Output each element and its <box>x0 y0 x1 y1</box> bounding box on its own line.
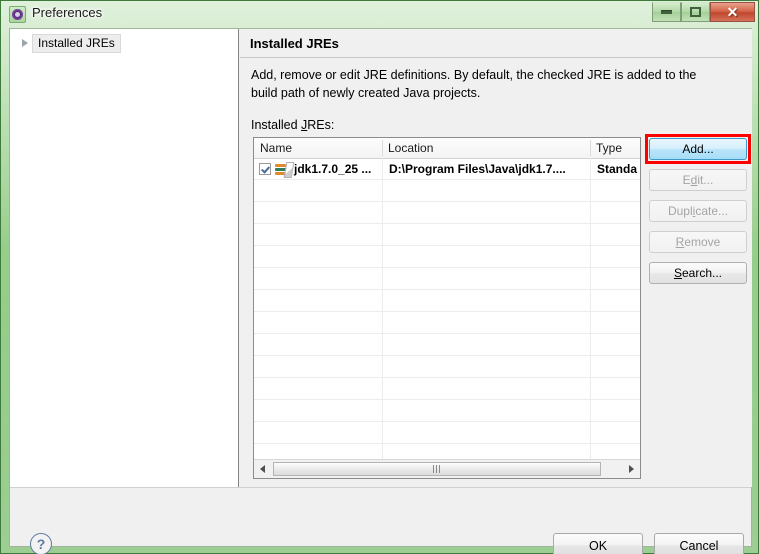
page-description: Add, remove or edit JRE definitions. By … <box>251 68 697 100</box>
cell-name-text: jdk1.7.0_25 ... <box>294 161 372 176</box>
chevron-right-icon[interactable] <box>18 36 32 50</box>
screenshot-root: Preferences ✕ Installed JREs Installed J… <box>0 0 759 554</box>
jre-checkbox[interactable] <box>259 162 271 175</box>
table-row-empty[interactable] <box>254 246 640 268</box>
window-frame: Preferences ✕ Installed JREs Installed J… <box>0 0 759 554</box>
scroll-left-button[interactable] <box>254 460 271 478</box>
maximize-button[interactable] <box>681 2 710 22</box>
table-row-empty[interactable] <box>254 334 640 356</box>
table-row-empty[interactable] <box>254 312 640 334</box>
window-titlebar[interactable]: Preferences ✕ <box>1 1 759 28</box>
add-button[interactable]: Add... <box>649 138 747 160</box>
arrow-left-icon <box>260 465 265 473</box>
table-row-empty[interactable] <box>254 202 640 224</box>
search-button[interactable]: Search... <box>649 262 747 284</box>
installed-jres-table[interactable]: Name Location Type jdk1.7.0_25 ... D:\Pr… <box>253 137 641 479</box>
table-row-empty[interactable] <box>254 378 640 400</box>
duplicate-button: Duplicate... <box>649 200 747 222</box>
cell-name[interactable]: jdk1.7.0_25 ... <box>254 158 382 179</box>
table-row-empty[interactable] <box>254 180 640 202</box>
horizontal-scrollbar[interactable] <box>254 459 640 478</box>
dialog-footer: ? OK Cancel <box>10 487 751 554</box>
table-row-empty[interactable] <box>254 400 640 422</box>
table-body: jdk1.7.0_25 ... D:\Program Files\Java\jd… <box>254 158 640 466</box>
help-icon[interactable]: ? <box>30 533 52 554</box>
edit-button: Edit... <box>649 169 747 191</box>
table-label: Installed JREs: <box>251 118 335 132</box>
close-button[interactable]: ✕ <box>710 2 755 22</box>
table-row-empty[interactable] <box>254 268 640 290</box>
close-icon: ✕ <box>726 4 739 20</box>
page-title: Installed JREs <box>250 36 339 51</box>
table-row-empty[interactable] <box>254 422 640 444</box>
table-row-empty[interactable] <box>254 290 640 312</box>
column-header-location[interactable]: Location <box>382 138 590 158</box>
preferences-tree[interactable]: Installed JREs <box>10 29 239 487</box>
sidebar-item-installed-jres[interactable]: Installed JREs <box>18 33 121 53</box>
column-header-name[interactable]: Name <box>254 138 382 158</box>
cell-location[interactable]: D:\Program Files\Java\jdk1.7.... <box>383 158 590 179</box>
minimize-icon <box>661 10 672 14</box>
minimize-button[interactable] <box>652 2 681 22</box>
restore-icon <box>690 7 701 17</box>
dialog-client-area: Installed JREs Installed JREs Add, remov… <box>9 28 752 554</box>
grip-icon <box>433 465 441 473</box>
cancel-button[interactable]: Cancel <box>654 533 744 554</box>
remove-button: Remove <box>649 231 747 253</box>
scroll-right-button[interactable] <box>623 460 640 478</box>
preferences-gear-icon <box>9 6 26 23</box>
column-header-type[interactable]: Type <box>590 138 640 158</box>
arrow-right-icon <box>629 465 634 473</box>
table-row-empty[interactable] <box>254 356 640 378</box>
jre-library-icon <box>275 161 295 178</box>
table-header-row: Name Location Type <box>254 138 640 159</box>
scrollbar-thumb[interactable] <box>273 462 601 476</box>
cell-type[interactable]: Standa <box>591 158 640 179</box>
sidebar-item-label: Installed JREs <box>32 33 121 53</box>
table-row[interactable]: jdk1.7.0_25 ... D:\Program Files\Java\jd… <box>254 158 640 180</box>
window-title: Preferences <box>32 5 103 20</box>
ok-button[interactable]: OK <box>553 533 643 554</box>
preferences-page: Installed JREs Add, remove or edit JRE d… <box>240 29 752 487</box>
title-divider <box>240 57 752 58</box>
table-row-empty[interactable] <box>254 224 640 246</box>
